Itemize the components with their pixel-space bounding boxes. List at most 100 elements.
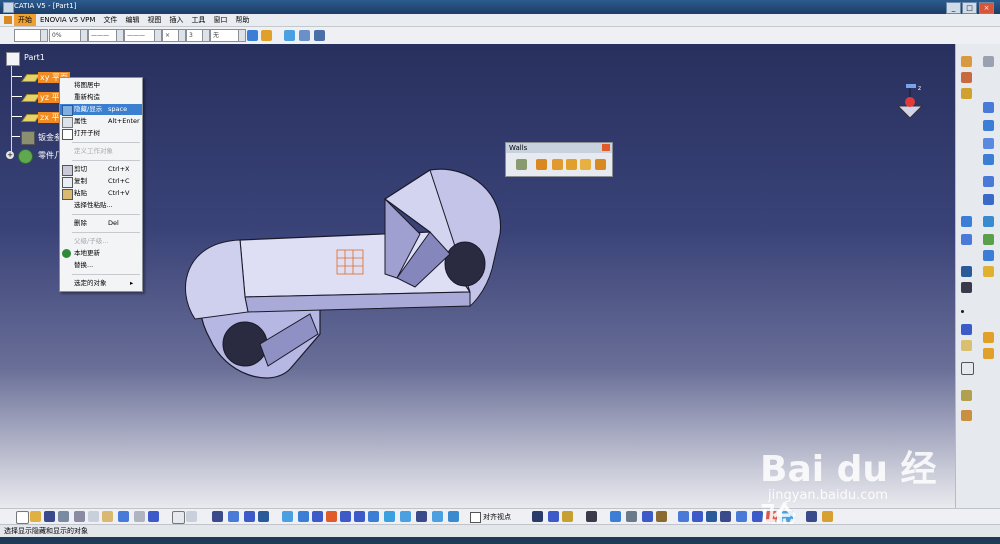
swept-icon[interactable] [678, 511, 689, 522]
flange-icon[interactable] [580, 159, 591, 170]
walls-toolbar-header[interactable]: Walls [506, 143, 612, 153]
menu-item-properties[interactable]: 属性 Alt+Enter [60, 116, 142, 128]
pan-icon[interactable] [312, 511, 323, 522]
annotation-icon[interactable] [610, 511, 621, 522]
wall-icon[interactable] [516, 159, 527, 170]
menu-item-center-graph[interactable]: 将图居中 [60, 80, 142, 91]
select-sets-icon[interactable] [299, 30, 310, 41]
sheet-metal-parameters-icon[interactable] [961, 56, 972, 67]
iso-view-icon[interactable] [384, 511, 395, 522]
hem-icon[interactable] [595, 159, 606, 170]
menu-item-copy[interactable]: 复制 Ctrl+C [60, 176, 142, 188]
minimize-button[interactable]: _ [946, 2, 961, 14]
menu-insert[interactable]: 插入 [165, 14, 187, 26]
wall-on-edge-icon[interactable] [536, 159, 547, 170]
point-icon[interactable] [983, 102, 994, 113]
positioned-sketch-icon[interactable] [983, 348, 994, 359]
menu-item-paste[interactable]: 粘贴 Ctrl+V [60, 188, 142, 200]
hole-icon[interactable] [983, 154, 994, 165]
extrusion-icon[interactable] [552, 159, 563, 170]
dimension-icon[interactable] [656, 511, 667, 522]
query-icon[interactable] [314, 30, 325, 41]
catia-app-icon[interactable] [3, 2, 14, 13]
lock-icon[interactable] [562, 511, 573, 522]
line-icon[interactable] [983, 120, 994, 131]
menu-item-paste-special[interactable]: 选择性粘贴... [60, 200, 142, 211]
layer-combo[interactable]: 无 [210, 29, 246, 42]
close-button[interactable]: × [979, 2, 994, 14]
zoom-out-icon[interactable] [354, 511, 365, 522]
translation-icon[interactable] [983, 250, 994, 261]
symmetry-icon[interactable] [961, 266, 972, 277]
new-icon[interactable] [16, 511, 29, 524]
transparency-combo[interactable]: 0% [49, 29, 88, 42]
copy-icon[interactable] [88, 511, 99, 522]
apply-material-icon[interactable] [961, 410, 972, 421]
save-icon[interactable] [961, 282, 972, 293]
layer-number-combo[interactable]: 3 [186, 29, 210, 42]
line-tool-icon[interactable] [961, 324, 972, 335]
measure-inertia-icon[interactable] [720, 511, 731, 522]
zoom-in-icon[interactable] [340, 511, 351, 522]
redo-icon[interactable] [134, 511, 145, 522]
stamp-icon[interactable] [983, 216, 994, 227]
undo-icon[interactable] [118, 511, 129, 522]
align-viewpoint-checkbox[interactable] [470, 512, 481, 523]
unfold-icon[interactable] [961, 72, 972, 83]
menu-tools[interactable]: 工具 [187, 14, 209, 26]
swap-visible-space-icon[interactable] [432, 511, 443, 522]
flag-note-icon[interactable] [642, 511, 653, 522]
plane-3d-icon[interactable] [284, 30, 295, 41]
pattern-icon[interactable] [961, 234, 972, 245]
walls-close-icon[interactable] [602, 144, 610, 151]
formula-icon[interactable] [172, 511, 185, 524]
menu-item-selected-object[interactable]: 选定的对象 ▸ [60, 278, 142, 289]
spec-overview-icon[interactable] [448, 511, 459, 522]
rotation-icon[interactable] [983, 266, 994, 277]
line-weight-combo[interactable]: ——— [88, 29, 124, 42]
properties-brush-icon[interactable] [261, 30, 272, 41]
menu-item-replace[interactable]: 替换... [60, 260, 142, 271]
menu-enovia[interactable]: ENOVIA V5 VPM [36, 14, 99, 26]
save-icon[interactable] [44, 511, 55, 522]
menu-window[interactable]: 窗口 [209, 14, 231, 26]
normal-view-icon[interactable] [368, 511, 379, 522]
point-type-combo[interactable]: × [162, 29, 186, 42]
measure-item-icon[interactable] [706, 511, 717, 522]
menu-edit[interactable]: 编辑 [121, 14, 143, 26]
menu-item-reframe[interactable]: 重新构造 [60, 92, 142, 103]
comment-icon[interactable] [186, 511, 197, 522]
knowledge-icon[interactable] [244, 511, 255, 522]
line-type-combo[interactable]: ——— [124, 29, 162, 42]
tree-expand-icon[interactable] [228, 511, 239, 522]
measure-between-icon[interactable] [692, 511, 703, 522]
walls-toolbar[interactable]: Walls [505, 142, 613, 177]
rotate-icon[interactable] [326, 511, 337, 522]
paste-icon[interactable] [102, 511, 113, 522]
scale-icon[interactable] [736, 511, 747, 522]
expand-icon[interactable]: + [6, 151, 14, 159]
mirror-icon[interactable] [983, 234, 994, 245]
design-table-icon[interactable] [258, 511, 269, 522]
menu-item-local-update[interactable]: 本地更新 [60, 248, 142, 259]
whats-this-icon[interactable] [148, 511, 159, 522]
painter-icon[interactable] [247, 30, 258, 41]
sheet-metal-view-icon[interactable] [586, 511, 597, 522]
grid-icon[interactable] [532, 511, 543, 522]
fly-mode-icon[interactable] [282, 511, 293, 522]
menu-help[interactable]: 帮助 [231, 14, 253, 26]
plane-tool-icon[interactable] [961, 340, 972, 351]
chamfer-icon[interactable] [961, 216, 972, 227]
menu-file[interactable]: 文件 [99, 14, 121, 26]
measure-icon[interactable] [961, 390, 972, 401]
catalog-icon[interactable] [212, 511, 223, 522]
menu-item-hide-show[interactable]: 隐藏/显示 space [60, 104, 142, 116]
snap-icon[interactable] [548, 511, 559, 522]
maximize-button[interactable]: □ [962, 2, 977, 14]
corner-icon[interactable] [983, 194, 994, 205]
fold-icon[interactable] [961, 88, 972, 99]
open-icon[interactable] [30, 511, 41, 522]
menu-item-open-subtree[interactable]: 打开子树 [60, 128, 142, 140]
swept-wall-icon[interactable] [566, 159, 577, 170]
sketch-icon[interactable] [983, 332, 994, 343]
